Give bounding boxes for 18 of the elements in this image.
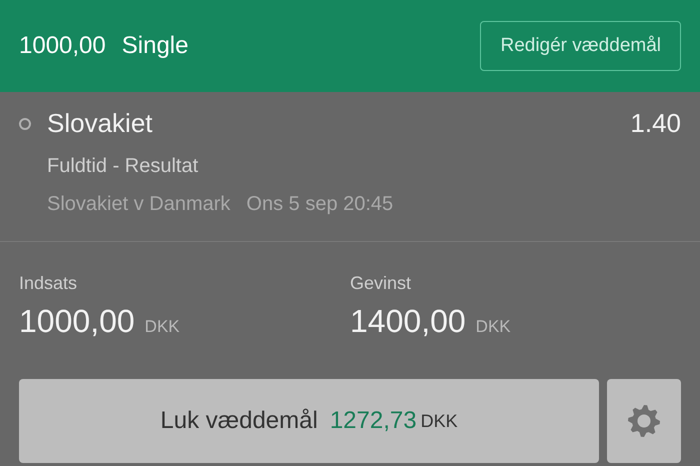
total-label: Gevinst	[350, 272, 412, 295]
selection-name: Slovakiet	[47, 107, 152, 140]
stake-amount: 1000,00	[19, 31, 106, 61]
currency-label: DKK	[144, 316, 180, 338]
settings-button[interactable]	[607, 379, 681, 463]
total-amount: 1000,00	[19, 302, 135, 341]
odds: 1.40	[630, 107, 681, 140]
total-label: Indsats	[19, 272, 78, 295]
event-time: Ons 5 sep 20:45	[246, 192, 394, 217]
total-amount: 1400,00	[350, 302, 466, 341]
radio-icon	[19, 118, 31, 130]
market-name: Fuldtid - Resultat	[47, 154, 200, 179]
currency-label: DKK	[476, 316, 511, 338]
cash-out-button[interactable]: Luk væddemål 1272,73 DKK	[19, 379, 599, 463]
settings-icon	[626, 403, 662, 439]
edit-bet-button[interactable]: Redigér væddemål	[480, 20, 681, 72]
event-name: Slovakiet v Danmark	[47, 192, 230, 217]
bet-type: Single	[122, 31, 188, 61]
